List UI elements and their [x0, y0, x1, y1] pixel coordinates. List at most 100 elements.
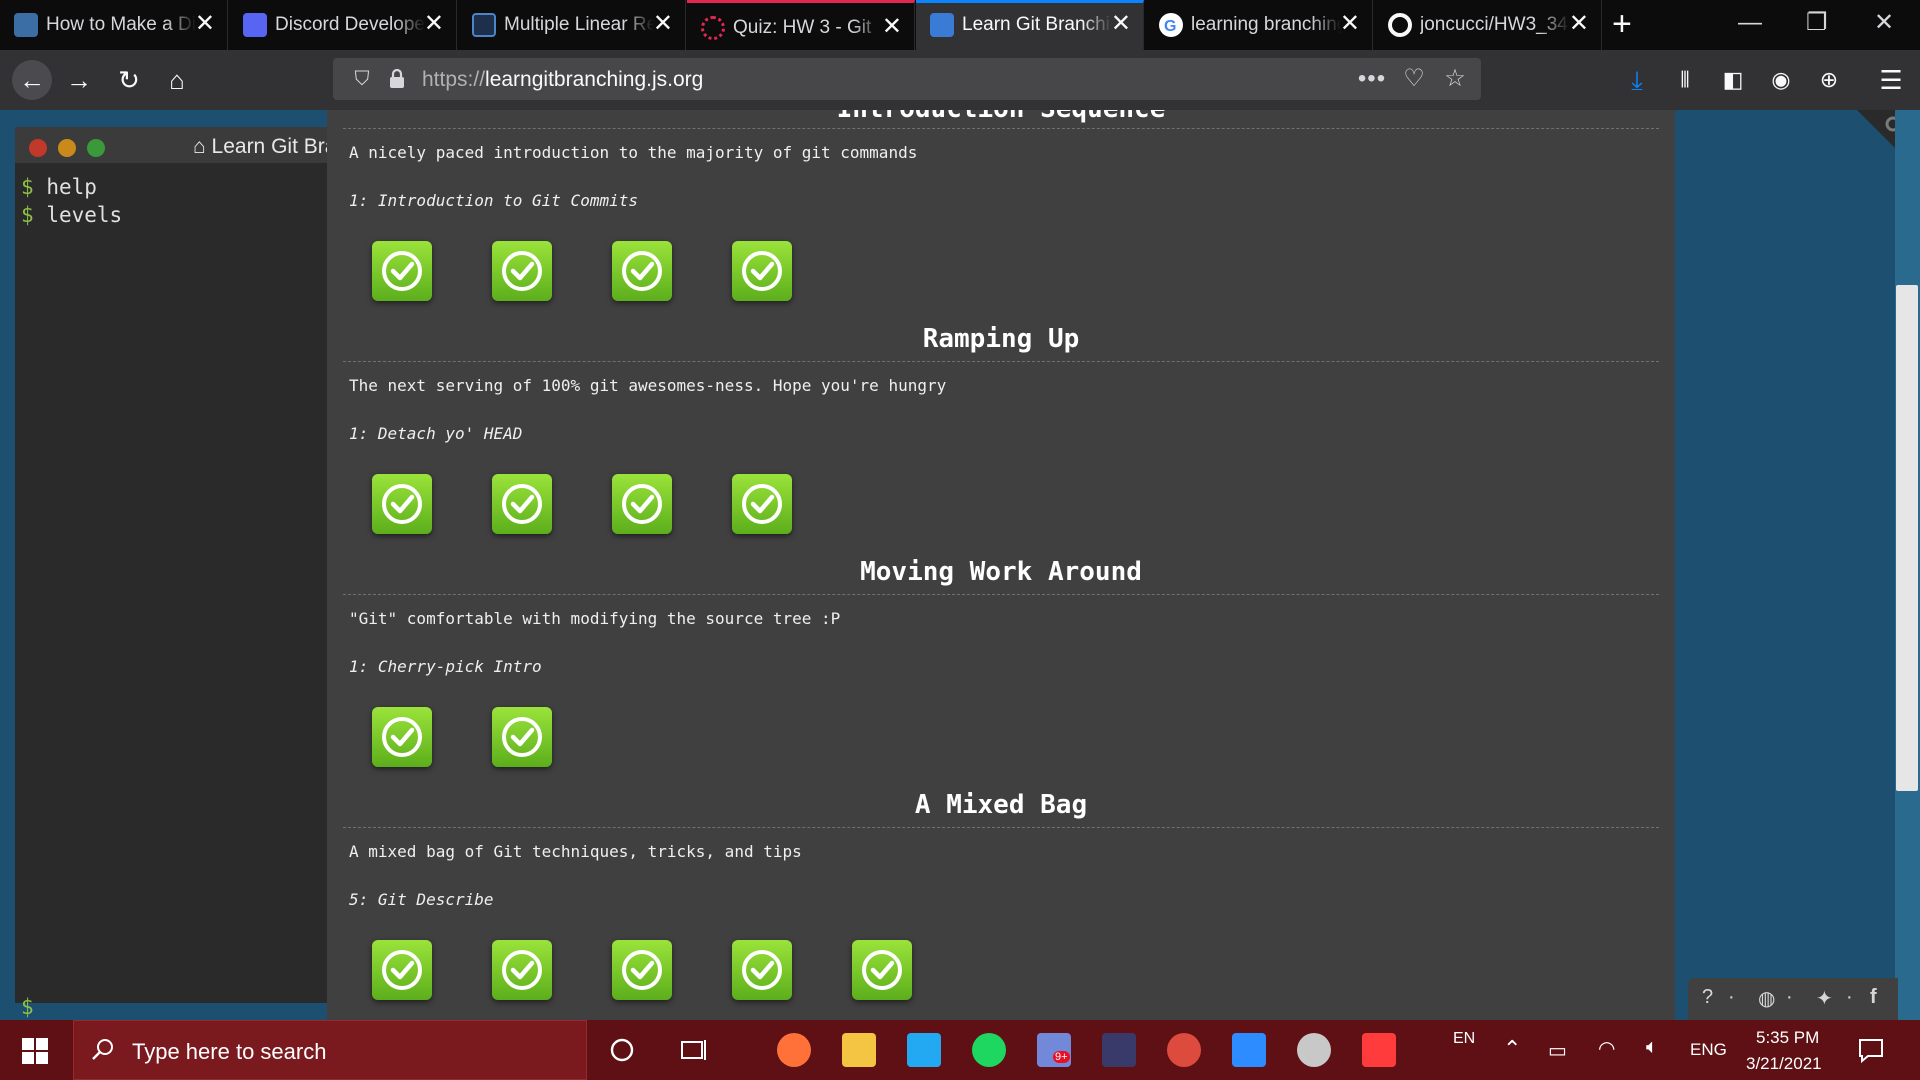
- level-button-solved[interactable]: [492, 940, 552, 1000]
- search-icon: [92, 1039, 113, 1060]
- cortana-icon[interactable]: [609, 1037, 635, 1063]
- level-button-solved[interactable]: [492, 474, 552, 534]
- notebook-icon: [472, 13, 496, 37]
- terminal-history-line: $ levels: [21, 203, 122, 227]
- account-icon[interactable]: ◉: [1764, 63, 1798, 97]
- lock-icon[interactable]: [387, 68, 407, 90]
- task-view-icon[interactable]: [681, 1037, 709, 1063]
- level-button-solved[interactable]: [852, 940, 912, 1000]
- tab-multiple-linear-regression[interactable]: Multiple Linear Regression ✕: [458, 0, 686, 50]
- level-button-solved[interactable]: [732, 940, 792, 1000]
- level-select-dialog: Introduction Sequence A nicely paced int…: [327, 110, 1675, 1020]
- twitter-icon[interactable]: ✦: [1816, 986, 1833, 1011]
- home-button[interactable]: ⌂: [160, 63, 194, 97]
- level-button-solved[interactable]: [372, 474, 432, 534]
- terminal-close-dot: [29, 139, 47, 157]
- library-icon[interactable]: ⫴: [1668, 63, 1702, 97]
- terminal-command: help: [46, 175, 97, 199]
- close-window-button[interactable]: ✕: [1874, 8, 1894, 38]
- clock-time[interactable]: 5:35 PM: [1756, 1028, 1819, 1048]
- discord-app-icon[interactable]: 9+: [1037, 1033, 1071, 1067]
- help-icon[interactable]: ?: [1702, 986, 1713, 1009]
- tab-google-search[interactable]: G learning branching ✕: [1145, 0, 1373, 50]
- taskbar-search-box[interactable]: Type here to search: [73, 1020, 587, 1080]
- divider: [343, 594, 1659, 595]
- downloads-icon[interactable]: ⤓: [1620, 63, 1654, 97]
- zoom-app-icon[interactable]: [1232, 1033, 1266, 1067]
- pocket-icon[interactable]: ♡: [1399, 64, 1429, 94]
- close-icon[interactable]: ✕: [882, 13, 902, 41]
- terminal-window[interactable]: ⌂ Learn Git Branching $ help $ levels $: [15, 127, 398, 1019]
- close-icon[interactable]: ✕: [653, 10, 673, 38]
- zoom-icon[interactable]: ⊕: [1812, 63, 1846, 97]
- close-icon[interactable]: ✕: [424, 10, 444, 38]
- close-icon[interactable]: ✕: [1111, 10, 1131, 38]
- back-button[interactable]: ←: [12, 60, 52, 100]
- action-center-icon[interactable]: [1858, 1037, 1884, 1063]
- level-button-solved[interactable]: [612, 241, 672, 301]
- reload-button[interactable]: ↻: [112, 63, 146, 97]
- wifi-icon[interactable]: ◠: [1598, 1036, 1615, 1061]
- snipping-tool-icon[interactable]: [1362, 1033, 1396, 1067]
- url-text[interactable]: https://learngitbranching.js.org: [422, 68, 703, 92]
- level-button-solved[interactable]: [732, 474, 792, 534]
- tab-discord-developer[interactable]: Discord Developer Portal ✕: [229, 0, 457, 50]
- close-icon[interactable]: ✕: [1569, 10, 1589, 38]
- close-icon[interactable]: ✕: [1340, 10, 1360, 38]
- checkmark-icon: [742, 950, 782, 990]
- facebook-icon[interactable]: f: [1870, 986, 1877, 1009]
- app-icon[interactable]: [1102, 1033, 1136, 1067]
- clock-date[interactable]: 3/21/2021: [1746, 1054, 1822, 1074]
- vscode-icon[interactable]: [907, 1033, 941, 1067]
- scrollbar-thumb[interactable]: [1896, 285, 1918, 791]
- level-button-solved[interactable]: [492, 707, 552, 767]
- chevron-up-icon[interactable]: ⌃: [1503, 1036, 1521, 1062]
- terminal-titlebar: ⌂ Learn Git Branching: [15, 127, 398, 163]
- sidebar-icon[interactable]: ◧: [1716, 63, 1750, 97]
- svg-text:G: G: [1164, 18, 1176, 35]
- tracking-protection-shield-icon[interactable]: ⛉: [349, 66, 375, 92]
- level-button-solved[interactable]: [612, 474, 672, 534]
- level-button-solved[interactable]: [372, 940, 432, 1000]
- level-button-solved[interactable]: [372, 707, 432, 767]
- terminal-maximize-dot: [87, 139, 105, 157]
- level-button-solved[interactable]: [372, 241, 432, 301]
- firefox-icon[interactable]: [777, 1033, 811, 1067]
- chrome-icon[interactable]: [1167, 1033, 1201, 1067]
- notification-badge: 9+: [1053, 1051, 1070, 1063]
- tab-quiz-hw3[interactable]: Quiz: HW 3 - Git ✕: [687, 0, 915, 50]
- volume-icon[interactable]: 🔈︎: [1646, 1036, 1658, 1059]
- checkmark-icon: [502, 251, 542, 291]
- level-button-solved[interactable]: [732, 241, 792, 301]
- globe-icon[interactable]: ◍: [1758, 986, 1775, 1011]
- separator-dot: ·: [1728, 986, 1735, 1008]
- file-explorer-icon[interactable]: [842, 1033, 876, 1067]
- separator-dot: ·: [1846, 986, 1853, 1008]
- language-indicator[interactable]: ENG: [1690, 1040, 1727, 1060]
- search-placeholder: Type here to search: [132, 1039, 327, 1064]
- page-actions-icon[interactable]: •••: [1357, 64, 1387, 94]
- bookmark-star-icon[interactable]: ☆: [1440, 64, 1470, 94]
- tab-discord-bot-guide[interactable]: How to Make a Discord Bot ✕: [0, 0, 228, 50]
- terminal-input-prompt[interactable]: $: [21, 995, 34, 1019]
- windows-start-icon[interactable]: [22, 1038, 48, 1064]
- address-bar[interactable]: ⛉ https://learngitbranching.js.org ••• ♡…: [333, 58, 1481, 100]
- level-button-solved[interactable]: [492, 241, 552, 301]
- tab-learn-git-branching[interactable]: Learn Git Branching ✕: [916, 0, 1144, 50]
- sequence-level-about: 1: Detach yo' HEAD: [349, 424, 523, 443]
- battery-icon[interactable]: ▭: [1548, 1038, 1567, 1063]
- menu-icon[interactable]: ☰: [1874, 63, 1908, 97]
- minimize-button[interactable]: —: [1738, 8, 1762, 38]
- sequence-title: Introduction Sequence: [327, 110, 1675, 124]
- checkmark-icon: [742, 251, 782, 291]
- app-icon[interactable]: [1297, 1033, 1331, 1067]
- close-icon[interactable]: ✕: [195, 10, 215, 38]
- sequence-level-about: 1: Introduction to Git Commits: [349, 191, 638, 210]
- input-method-indicator[interactable]: EN: [1453, 1030, 1475, 1048]
- new-tab-button[interactable]: +: [1612, 6, 1632, 42]
- spotify-icon[interactable]: [972, 1033, 1006, 1067]
- forward-button[interactable]: →: [62, 63, 96, 97]
- level-button-solved[interactable]: [612, 940, 672, 1000]
- restore-button[interactable]: ❐: [1806, 8, 1828, 38]
- tab-github-repo[interactable]: joncucci/HW3_34 ✕: [1374, 0, 1602, 50]
